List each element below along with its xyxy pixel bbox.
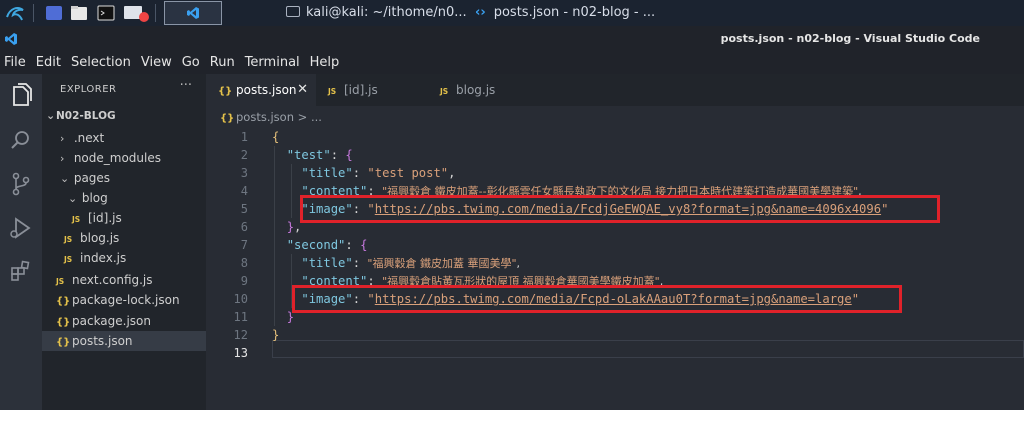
js-file-icon: JS (328, 87, 337, 96)
json-file-icon: {} (56, 337, 71, 348)
code-line-2: "test": { (286, 148, 353, 162)
line-number: 4 (240, 184, 248, 198)
line-number: 5 (240, 202, 248, 216)
source-control-icon[interactable] (7, 170, 35, 198)
line-number: 6 (240, 220, 248, 234)
line-number: 9 (240, 274, 248, 288)
close-tab-icon[interactable]: ✕ (297, 74, 308, 106)
chevron-right-icon: › (60, 132, 65, 145)
line-number: 3 (240, 166, 248, 180)
tab-posts-json[interactable]: {} posts.json ✕ (206, 74, 316, 106)
menu-help[interactable]: Help (305, 52, 345, 74)
code-line-8: "title": "福興穀倉 鐵皮加蓋 華國美學", (301, 256, 521, 270)
code-line-7: "second": { (286, 238, 368, 252)
line-number: 1 (240, 130, 248, 144)
js-file-icon: JS (64, 255, 73, 264)
tab-blog-js[interactable]: JS blog.js (428, 74, 540, 106)
page-background (0, 410, 1024, 445)
json-file-icon: {} (56, 317, 71, 328)
tree-item-index-js[interactable]: JS index.js (42, 248, 206, 268)
vscode-task[interactable]: ‹› posts.json - n02-blog - ... (475, 1, 655, 25)
js-file-icon: JS (440, 87, 449, 96)
vscode-logo-icon (5, 33, 17, 45)
code-editor[interactable]: 1 2 3 4 5 6 7 8 9 10 11 12 13 { "test": … (206, 128, 1024, 410)
tree-item-blog-folder[interactable]: ⌄ blog (42, 188, 206, 208)
tree-item-blog-js[interactable]: JS blog.js (42, 228, 206, 248)
menu-terminal[interactable]: Terminal (240, 52, 305, 74)
line-number: 8 (240, 256, 248, 270)
code-line-3: "title": "test post", (301, 166, 456, 180)
code-line-12: } (272, 328, 280, 342)
chevron-down-icon: ⌄ (68, 192, 78, 205)
js-file-icon: JS (56, 277, 65, 286)
code-line-6: }, (286, 220, 302, 234)
tree-item-node-modules[interactable]: › node_modules (42, 148, 206, 168)
json-file-icon: {} (56, 296, 71, 307)
line-number: 11 (233, 310, 248, 324)
project-folder[interactable]: ⌄N02-BLOG (42, 106, 206, 126)
tree-item-next-config[interactable]: JS next.config.js (42, 270, 206, 290)
annotation-box-image-2 (292, 285, 902, 313)
annotation-box-image-1 (300, 195, 940, 223)
code-line-11: } (286, 310, 295, 324)
vscode-small-icon: ‹› (475, 5, 486, 20)
explorer-more-actions-icon[interactable]: ··· (180, 78, 192, 93)
kali-menu-icon[interactable] (4, 3, 26, 23)
line-number: 7 (240, 238, 248, 252)
chevron-right-icon: › (60, 152, 65, 165)
menu-go[interactable]: Go (177, 52, 205, 74)
current-line-highlight (272, 340, 1024, 358)
line-number: 2 (240, 148, 248, 162)
explorer-header: EXPLORER (60, 84, 117, 95)
chevron-down-icon: ⌄ (46, 109, 56, 122)
tree-item-package-lock[interactable]: {} package-lock.json (42, 290, 206, 310)
json-file-icon: {} (218, 86, 233, 97)
browser-icon[interactable] (122, 3, 152, 23)
run-debug-icon[interactable] (7, 214, 35, 242)
file-manager-icon[interactable] (69, 3, 89, 23)
code-line-1: { (272, 130, 280, 144)
tree-item-next[interactable]: › .next (42, 128, 206, 148)
extensions-icon[interactable] (7, 258, 35, 286)
window-title: posts.json - n02-blog - Visual Studio Co… (720, 32, 980, 45)
window-titlebar: posts.json - n02-blog - Visual Studio Co… (0, 26, 1024, 52)
menu-selection[interactable]: Selection (66, 52, 136, 74)
line-number-current: 13 (233, 346, 248, 360)
menu-file[interactable]: File (0, 52, 31, 74)
explorer-sidebar: EXPLORER ··· ⌄N02-BLOG › .next › node_mo… (42, 74, 206, 410)
menu-edit[interactable]: Edit (31, 52, 66, 74)
js-file-icon: JS (72, 215, 81, 224)
editor-tab-bar: {} posts.json ✕ JS [id].js JS blog.js (206, 74, 1024, 106)
js-file-icon: JS (64, 235, 73, 244)
show-desktop-icon[interactable] (44, 3, 64, 23)
activity-bar (0, 74, 42, 410)
chevron-down-icon: ⌄ (60, 172, 70, 185)
menu-bar: File Edit Selection View Go Run Terminal… (0, 52, 1024, 74)
tab-id-js[interactable]: JS [id].js (316, 74, 428, 106)
explorer-icon[interactable] (7, 82, 35, 110)
tree-item-package-json[interactable]: {} package.json (42, 311, 206, 331)
vscode-workspace-button[interactable] (164, 1, 222, 25)
tree-item-pages[interactable]: ⌄ pages (42, 168, 206, 188)
menu-view[interactable]: View (136, 52, 177, 74)
terminal-task[interactable]: kali@kali: ~/ithome/n0... (286, 1, 467, 25)
vscode-icon (187, 7, 199, 19)
tree-item-id-js[interactable]: JS [id].js (42, 208, 206, 228)
line-number: 10 (233, 292, 248, 306)
search-icon[interactable] (7, 126, 35, 154)
json-file-icon: {} (220, 113, 235, 124)
line-number: 12 (233, 328, 248, 342)
system-taskbar: kali@kali: ~/ithome/n0... ‹› posts.json -… (0, 0, 1024, 26)
tree-item-posts-json[interactable]: {} posts.json (42, 331, 206, 351)
menu-run[interactable]: Run (205, 52, 240, 74)
breadcrumb[interactable]: {} posts.json > ... (206, 106, 1024, 128)
terminal-window-icon (286, 6, 300, 17)
terminal-icon[interactable] (96, 3, 116, 23)
